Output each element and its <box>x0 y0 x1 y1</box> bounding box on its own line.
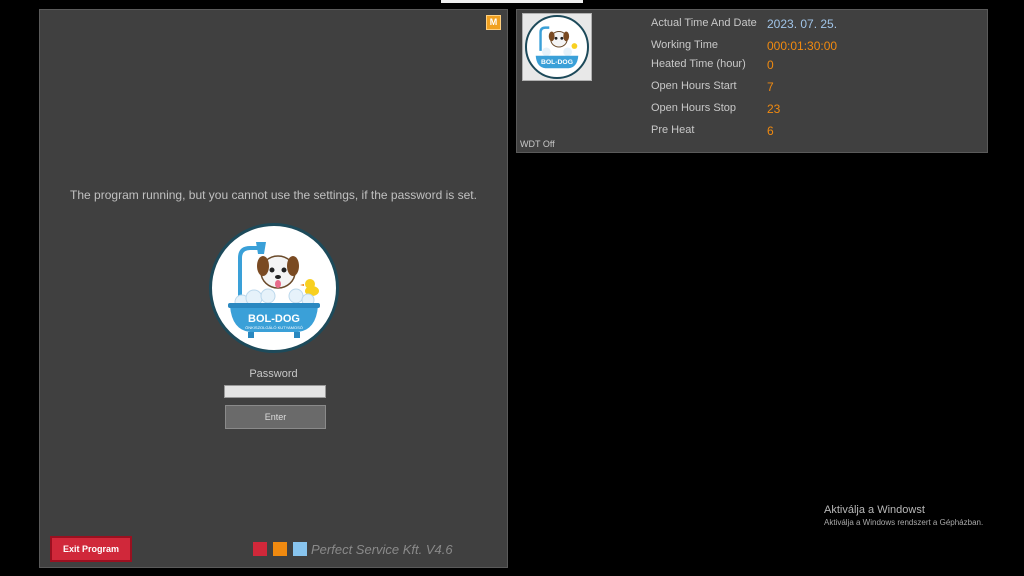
password-input[interactable] <box>224 385 326 398</box>
password-label: Password <box>249 368 298 380</box>
dog-bath-icon: BOL-DOG ÖNKISZOLGÁLÓ KUTYAMOSÓ <box>228 242 320 338</box>
windows-activation-title: Aktiválja a Windowst <box>824 504 925 516</box>
logo-subtitle: ÖNKISZOLGÁLÓ KUTYAMOSÓ <box>245 325 303 330</box>
logo-title: BOL-DOG <box>248 313 300 325</box>
actual-time-label: Actual Time And Date <box>651 17 757 29</box>
pre-heat-label: Pre Heat <box>651 124 695 136</box>
company-version-footer: Perfect Service Kft. V4.6 <box>311 542 453 557</box>
red-color-square[interactable] <box>253 542 267 556</box>
pre-heat-value: 6 <box>767 124 774 138</box>
windows-activation-subtitle: Aktiválja a Windows rendszert a Gépházba… <box>824 518 984 527</box>
status-panel: BOL-DOG Actual Time And Date 2023. 07. 2… <box>516 9 988 153</box>
status-logo: BOL-DOG <box>522 13 592 81</box>
open-hours-stop-value: 23 <box>767 102 781 116</box>
orange-color-square[interactable] <box>273 542 287 556</box>
open-hours-start-label: Open Hours Start <box>651 80 737 92</box>
password-notice: The program running, but you cannot use … <box>70 188 477 202</box>
mini-dog-bath-icon: BOL-DOG <box>525 15 589 79</box>
working-time-label: Working Time <box>651 39 719 51</box>
blue-color-square[interactable] <box>293 542 307 556</box>
open-hours-start-value: 7 <box>767 80 774 94</box>
m-badge-icon[interactable]: M <box>486 15 501 30</box>
heated-time-label: Heated Time (hour) <box>651 58 746 70</box>
login-panel: M The program running, but you cannot us… <box>39 9 508 568</box>
top-window-strip <box>441 0 583 3</box>
mini-logo-title: BOL-DOG <box>541 59 573 66</box>
exit-program-button[interactable]: Exit Program <box>50 536 132 562</box>
heated-time-value: 0 <box>767 58 774 72</box>
working-time-value: 000:01:30:00 <box>767 39 838 53</box>
enter-button[interactable]: Enter <box>225 405 326 429</box>
actual-time-value: 2023. 07. 25. <box>767 17 838 31</box>
bol-dog-logo: BOL-DOG ÖNKISZOLGÁLÓ KUTYAMOSÓ <box>209 223 339 353</box>
open-hours-stop-label: Open Hours Stop <box>651 102 736 114</box>
wdt-status: WDT Off <box>520 139 555 149</box>
